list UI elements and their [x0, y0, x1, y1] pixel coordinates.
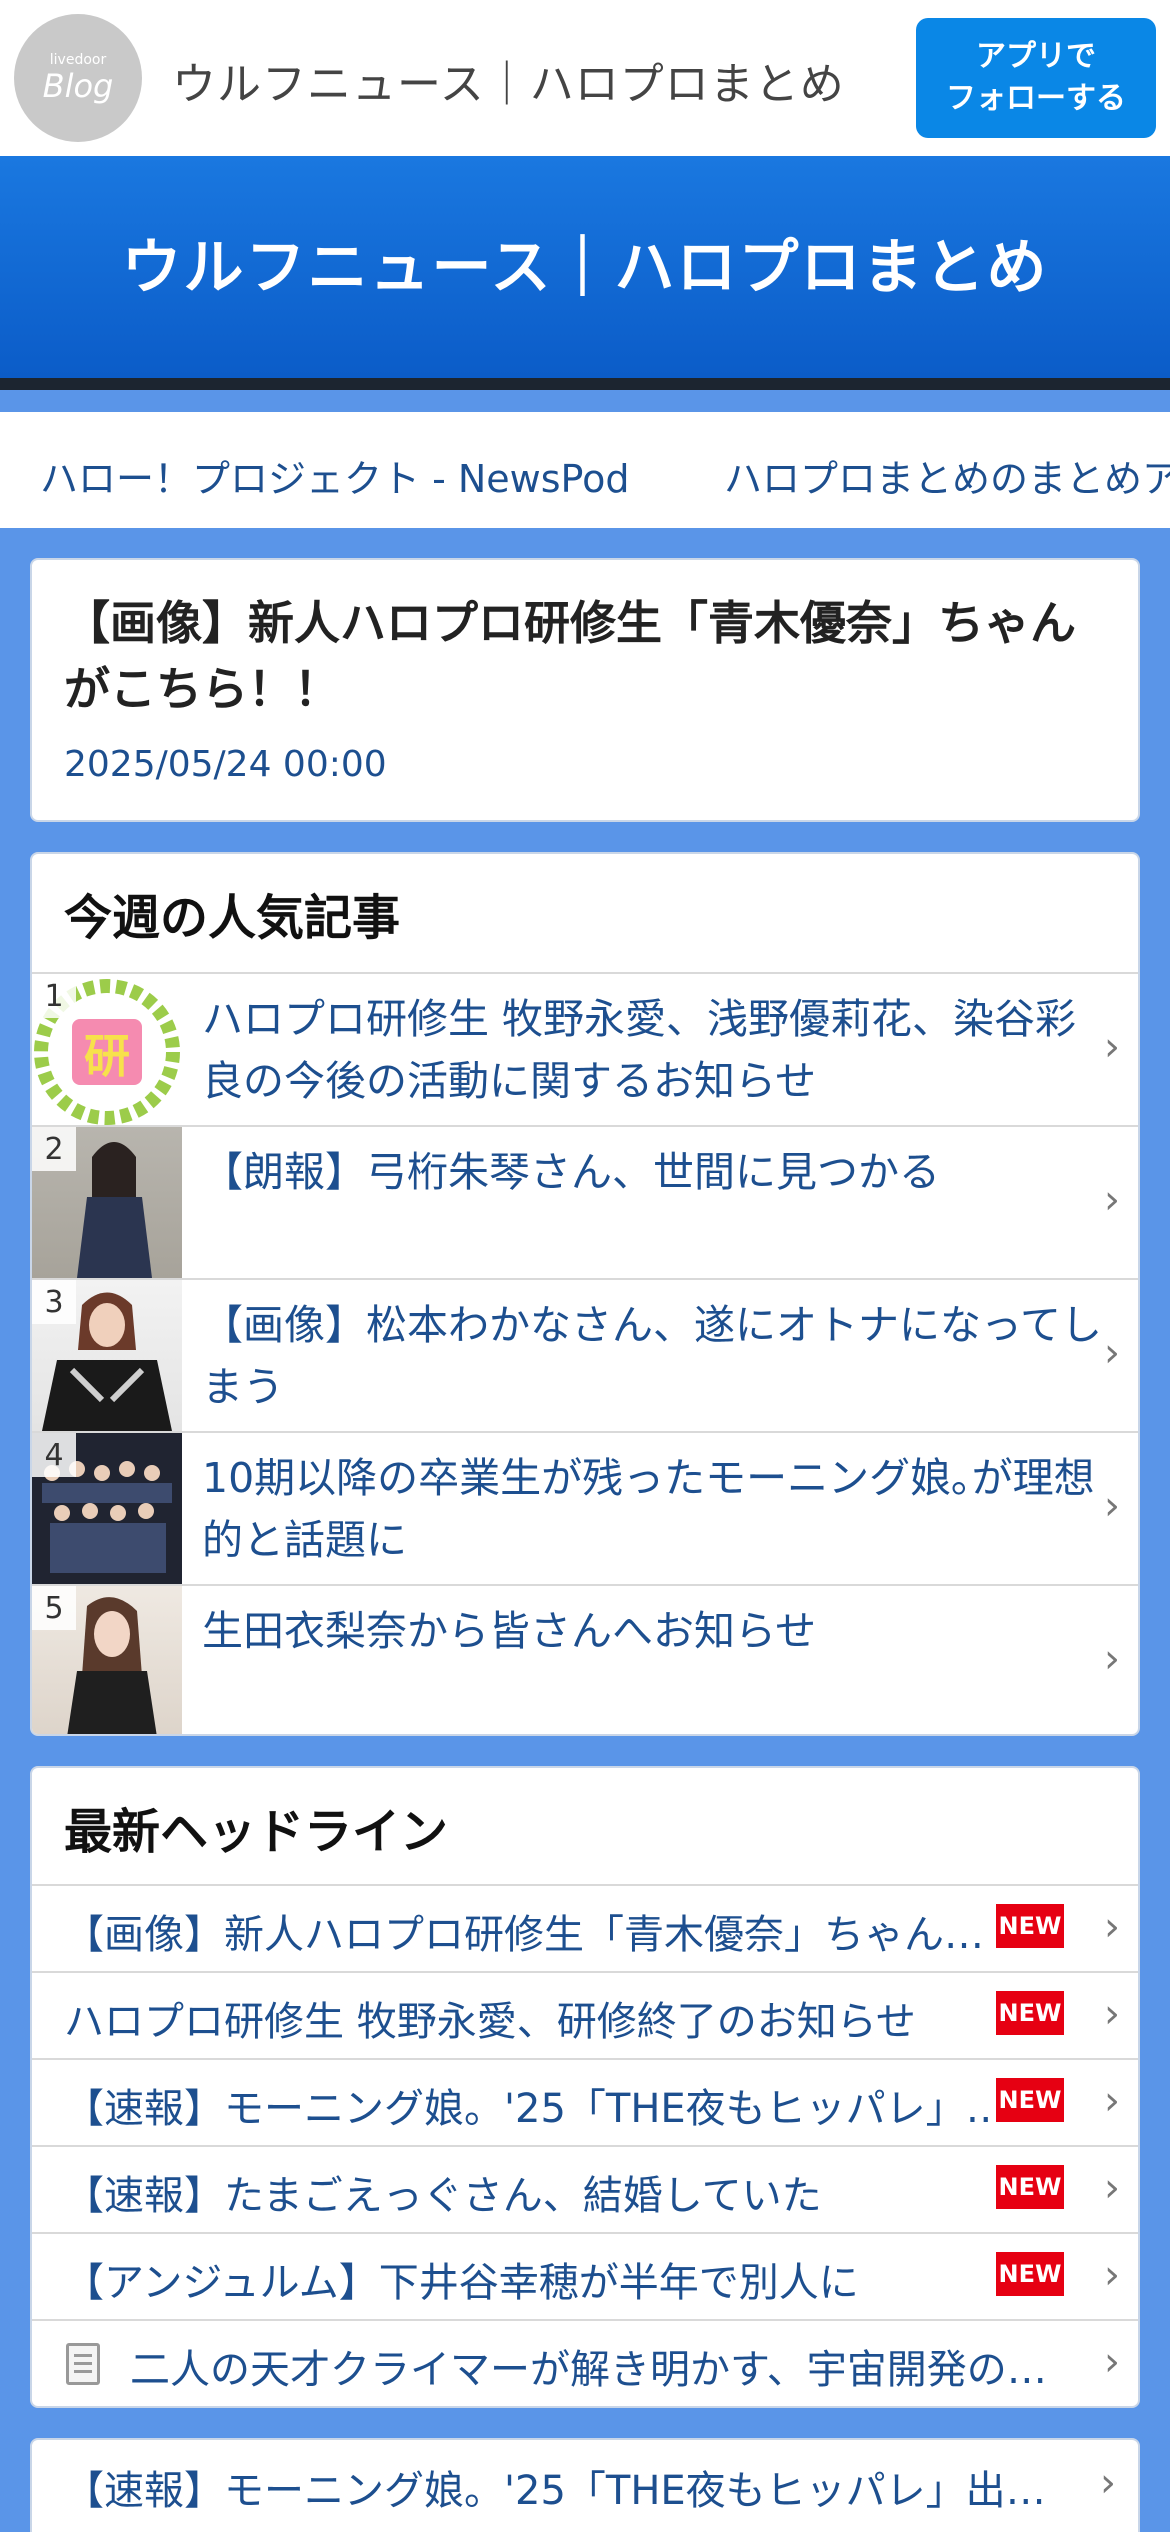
headline-item[interactable]: 【速報】モーニング娘。'25「THE夜もヒッパレ」出演決定 NEW ›: [32, 2058, 1138, 2145]
article-title: 【画像】新人ハロプロ研修生「青木優奈」ちゃんがこちら！！: [64, 596, 1076, 716]
headline-item[interactable]: 【速報】モーニング娘。'25「THE夜もヒッパレ」出演決定 ›: [32, 2440, 1138, 2527]
popular-item[interactable]: 4 10期以降の卒業生が残ったモーニング娘｡が理想的と話題に ›: [32, 1431, 1138, 1584]
new-badge: NEW: [996, 1904, 1064, 1948]
popular-item[interactable]: 2 【朗報】弓桁朱琴さん、世間に見つかる ›: [32, 1125, 1138, 1278]
popular-item-title: 10期以降の卒業生が残ったモーニング娘｡が理想的と話題に: [202, 1454, 1095, 1564]
thumbnail-image: 2: [32, 1127, 182, 1278]
rank-badge: 2: [32, 1127, 76, 1171]
next-headline-card: 【速報】モーニング娘。'25「THE夜もヒッパレ」出演決定 ›: [30, 2438, 1140, 2532]
thumbnail-image: 3: [32, 1280, 182, 1431]
thumbnail-image: 5: [32, 1586, 182, 1734]
chevron-right-icon: ›: [1104, 2252, 1120, 2298]
headline-item[interactable]: ハロプロ研修生 牧野永愛、研修終了のお知らせ NEW ›: [32, 1971, 1138, 2058]
article-header-card: 【画像】新人ハロプロ研修生「青木優奈」ちゃんがこちら！！ 2025/05/24 …: [30, 558, 1140, 822]
headline-item[interactable]: 【速報】たまごえっぐさん、結婚していた NEW ›: [32, 2145, 1138, 2232]
popular-item-title: 生田衣梨奈から皆さんへお知らせ: [202, 1607, 817, 1655]
latest-headlines-card: 最新ヘッドライン 【画像】新人ハロプロ研修生「青木優奈」ちゃんがこちら！！ NE…: [30, 1766, 1140, 2408]
headline-list: 【画像】新人ハロプロ研修生「青木優奈」ちゃんがこちら！！ NEW › ハロプロ研…: [32, 1884, 1138, 2406]
headline-title: 【アンジュルム】下井谷幸穂が半年で別人に: [64, 2260, 859, 2306]
new-badge: NEW: [996, 2165, 1064, 2209]
headline-title: 【速報】たまごえっぐさん、結婚していた: [64, 2173, 822, 2219]
popular-list: 研 1 ハロプロ研修生 牧野永愛、浅野優莉花、染谷彩良の今後の活動に関するお知ら…: [32, 972, 1138, 1734]
rank-badge: 5: [32, 1586, 76, 1630]
chevron-right-icon: ›: [1104, 1177, 1120, 1223]
logo-small-text: livedoor: [49, 52, 107, 68]
popular-item[interactable]: 3 【画像】松本わかなさん、遂にオトナになってしまう ›: [32, 1278, 1138, 1431]
chevron-right-icon: ›: [1104, 1636, 1120, 1682]
chevron-right-icon: ›: [1104, 2165, 1120, 2211]
headline-title: 【画像】新人ハロプロ研修生「青木優奈」ちゃんがこちら！！: [64, 1912, 1014, 1958]
follow-button-label: アプリで フォローする: [946, 39, 1126, 116]
headline-item[interactable]: 【画像】新人ハロプロ研修生「青木優奈」ちゃんがこちら！！ NEW ›: [32, 1884, 1138, 1971]
headline-title: 【速報】モーニング娘。'25「THE夜もヒッパレ」出演決定: [64, 2468, 1084, 2514]
chevron-right-icon: ›: [1104, 1330, 1120, 1376]
rank-badge: 1: [32, 974, 76, 1018]
new-badge: NEW: [996, 2252, 1064, 2296]
popular-articles-card: 今週の人気記事 研 1 ハロプロ研修生 牧野永愛、浅野優莉花、染谷彩良の今後の活…: [30, 852, 1140, 1736]
document-icon: [66, 2343, 100, 2385]
headline-title: 二人の天才クライマーが解き明かす、宇宙開発の未来: [130, 2347, 1080, 2393]
chevron-right-icon: ›: [1104, 1991, 1120, 2037]
article-date: 2025/05/24 00:00: [64, 744, 387, 785]
popular-item-title: 【画像】松本わかなさん、遂にオトナになってしまう: [202, 1301, 1102, 1411]
chevron-right-icon: ›: [1104, 2078, 1120, 2124]
thumbnail-image: 研 1: [32, 974, 182, 1125]
blog-banner[interactable]: ウルフニュース｜ハロプロまとめ: [0, 156, 1170, 390]
top-bar: livedoor Blog ウルフニュース｜ハロプロまとめ アプリで フォローす…: [0, 0, 1170, 156]
rank-badge: 4: [32, 1433, 76, 1477]
related-links-strip: ハロー！プロジェクト - NewsPod ハロプロまとめのまとめア: [0, 412, 1170, 528]
svg-text:研: 研: [84, 1029, 130, 1083]
popular-item[interactable]: 研 1 ハロプロ研修生 牧野永愛、浅野優莉花、染谷彩良の今後の活動に関するお知ら…: [32, 972, 1138, 1125]
logo-big-text: Blog: [42, 67, 114, 105]
livedoor-blog-logo[interactable]: livedoor Blog: [14, 14, 142, 142]
thumbnail-image: 4: [32, 1433, 182, 1584]
follow-in-app-button[interactable]: アプリで フォローする: [916, 18, 1156, 138]
new-badge: NEW: [996, 2078, 1064, 2122]
popular-item[interactable]: 5 生田衣梨奈から皆さんへお知らせ ›: [32, 1584, 1138, 1734]
chevron-right-icon: ›: [1104, 1904, 1120, 1950]
rank-badge: 3: [32, 1280, 76, 1324]
nav-link-matome[interactable]: ハロプロまとめのまとめア: [724, 448, 1170, 503]
headline-title: 【速報】モーニング娘。'25「THE夜もヒッパレ」出演決定: [64, 2086, 1014, 2132]
popular-item-title: 【朗報】弓桁朱琴さん、世間に見つかる: [202, 1148, 940, 1196]
headline-item[interactable]: 【アンジュルム】下井谷幸穂が半年で別人に NEW ›: [32, 2232, 1138, 2319]
headline-item[interactable]: 二人の天才クライマーが解き明かす、宇宙開発の未来 ›: [32, 2319, 1138, 2406]
banner-title: ウルフニュース｜ハロプロまとめ: [121, 232, 1049, 303]
headline-title: ハロプロ研修生 牧野永愛、研修終了のお知らせ: [64, 1999, 916, 2045]
chevron-right-icon: ›: [1100, 2460, 1116, 2506]
chevron-right-icon: ›: [1104, 1483, 1120, 1529]
nav-link-newspod[interactable]: ハロー！プロジェクト - NewsPod: [40, 448, 629, 503]
new-badge: NEW: [996, 1991, 1064, 2035]
chevron-right-icon: ›: [1104, 2339, 1120, 2385]
popular-section-title: 今週の人気記事: [64, 890, 401, 946]
site-title[interactable]: ウルフニュース｜ハロプロまとめ: [172, 48, 845, 112]
headlines-section-title: 最新ヘッドライン: [64, 1804, 449, 1860]
chevron-right-icon: ›: [1104, 1024, 1120, 1070]
popular-item-title: ハロプロ研修生 牧野永愛、浅野優莉花、染谷彩良の今後の活動に関するお知らせ: [202, 995, 1077, 1105]
